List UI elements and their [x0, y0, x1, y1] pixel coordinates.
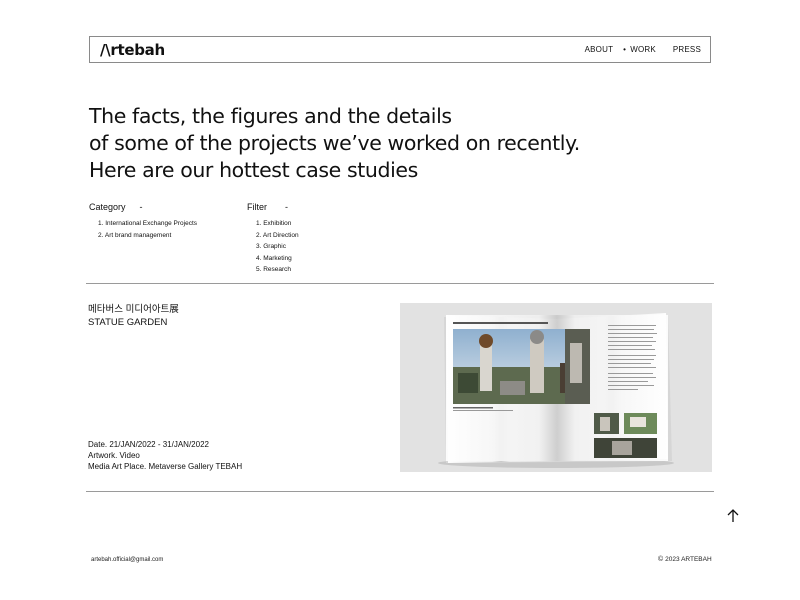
filter-item-art-direction[interactable]: 2. Art Direction [256, 230, 299, 242]
filter-collapse-toggle[interactable]: - [285, 202, 288, 212]
site-header: /\rtebah ABOUT • WORK PRESS [89, 36, 711, 63]
footer-copyright: © 2023 ARTEBAH [658, 556, 712, 563]
book-mockup-image [438, 313, 674, 468]
nav-work[interactable]: WORK [630, 45, 656, 54]
project-artwork: Artwork. Video [88, 451, 140, 460]
nav-press[interactable]: PRESS [673, 45, 701, 54]
filter-list: 1. Exhibition 2. Art Direction 3. Graphi… [247, 218, 299, 276]
project-preview-image[interactable] [400, 303, 712, 472]
headline-line-3: Here are our hottest case studies [89, 158, 418, 182]
project-title[interactable]: 메타버스 미디어아트展 STATUE GARDEN [88, 303, 179, 329]
project-title-korean: 메타버스 미디어아트展 [88, 304, 179, 315]
section-divider-top [86, 283, 714, 284]
arrow-up-icon [727, 509, 739, 522]
project-title-english: STATUE GARDEN [88, 317, 168, 328]
category-header[interactable]: Category - [89, 202, 197, 212]
section-divider-bottom [86, 491, 714, 492]
project-date: Date. 21/JAN/2022 - 31/JAN/2022 [88, 440, 209, 449]
category-item-art-brand-management[interactable]: 2. Art brand management [98, 230, 197, 242]
headline-line-2: of some of the projects we’ve worked on … [89, 131, 580, 155]
page-headline: The facts, the figures and the details o… [89, 103, 729, 184]
scroll-to-top-button[interactable] [724, 506, 742, 526]
nav-about[interactable]: ABOUT [585, 45, 614, 54]
filter-item-graphic[interactable]: 3. Graphic [256, 241, 299, 253]
headline-line-1: The facts, the figures and the details [89, 104, 452, 128]
artebah-logo[interactable]: /\rtebah [100, 41, 165, 59]
category-collapse-toggle[interactable]: - [140, 202, 143, 212]
filter-item-research[interactable]: 5. Research [256, 264, 299, 276]
filter-item-exhibition[interactable]: 1. Exhibition [256, 218, 299, 230]
footer-email-link[interactable]: artebah.official@gmail.com [91, 557, 163, 563]
category-list: 1. International Exchange Projects 2. Ar… [89, 218, 197, 241]
category-title: Category [89, 202, 126, 212]
active-dot-icon: • [623, 45, 627, 54]
copyright-icon: © [658, 556, 664, 563]
filter-header[interactable]: Filter - [247, 202, 299, 212]
type-filter: Filter - 1. Exhibition 2. Art Direction … [247, 202, 299, 276]
category-filter: Category - 1. International Exchange Pro… [89, 202, 197, 241]
copyright-text: 2023 ARTEBAH [665, 556, 712, 563]
filter-item-marketing[interactable]: 4. Marketing [256, 253, 299, 265]
main-nav: ABOUT • WORK PRESS [585, 45, 701, 54]
project-place: Media Art Place. Metaverse Gallery TEBAH [88, 462, 243, 471]
project-meta: Date. 21/JAN/2022 - 31/JAN/2022 Artwork.… [88, 439, 242, 472]
filter-title: Filter [247, 202, 267, 212]
category-item-international-exchange[interactable]: 1. International Exchange Projects [98, 218, 197, 230]
